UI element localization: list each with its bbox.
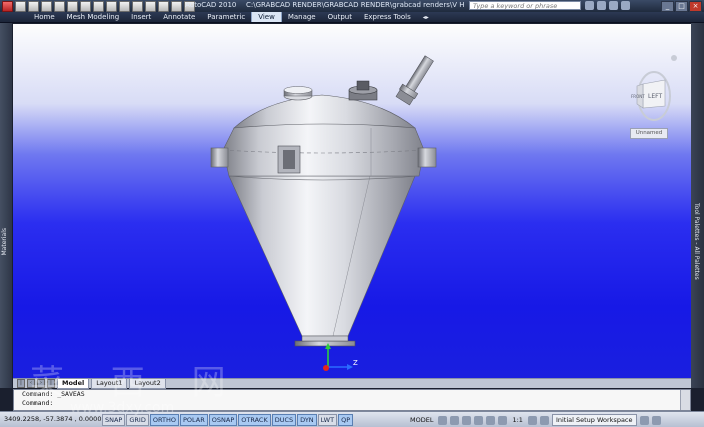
viewcube-ucs-dropdown[interactable]: Unnamed — [630, 128, 668, 139]
zoom-icon[interactable] — [145, 0, 156, 12]
lwt-toggle[interactable]: LWT — [317, 414, 338, 426]
hopper-model: Z — [210, 55, 437, 371]
autoscale-icon[interactable] — [539, 415, 549, 425]
first-tab-button[interactable]: | — [17, 379, 25, 388]
tab-home[interactable]: Home — [28, 12, 61, 22]
status-tray: MODEL 1:1 Initial Setup Workspace — [408, 414, 661, 426]
clean-screen-icon[interactable] — [651, 415, 661, 425]
window-controls: _ □ × — [661, 1, 702, 12]
materials-palette[interactable]: Materials — [0, 23, 12, 388]
plot-icon[interactable] — [80, 0, 91, 12]
layer-icon[interactable] — [106, 0, 117, 12]
document-path: C:\GRABCAD RENDER\GRABCAD RENDER\grabcad… — [246, 1, 464, 9]
tab-manage[interactable]: Manage — [282, 12, 322, 22]
steering-wheel-icon[interactable] — [486, 415, 496, 425]
otrack-toggle[interactable]: OTRACK — [238, 414, 271, 426]
viewcube-face-label: LEFT — [648, 93, 662, 100]
ribbon-tabs: Home Mesh Modeling Insert Annotate Param… — [0, 12, 704, 23]
save-icon[interactable] — [41, 0, 52, 12]
watermark-chinese: 菜 西 网 — [30, 363, 244, 403]
tab-view[interactable]: View — [251, 12, 282, 22]
qp-toggle[interactable]: QP — [338, 414, 354, 426]
render-icon[interactable] — [171, 0, 182, 12]
tab-annotate[interactable]: Annotate — [157, 12, 201, 22]
tool-palettes[interactable]: Tool Palettes - All Palettes — [691, 23, 704, 388]
quick-view-drawings-icon[interactable] — [450, 415, 460, 425]
workspace-icon[interactable] — [93, 0, 104, 12]
annotation-visibility-icon[interactable] — [527, 415, 537, 425]
match-icon[interactable] — [132, 0, 143, 12]
infocenter-icons — [585, 1, 630, 10]
minimize-button[interactable]: _ — [661, 1, 674, 12]
tool-palettes-label: Tool Palettes - All Palettes — [693, 203, 700, 280]
undo-icon[interactable] — [54, 0, 65, 12]
app-title: AutoCAD 2010 — [185, 1, 237, 9]
coordinates-readout[interactable]: 3409.2258, -57.3874 , 0.0000 — [4, 415, 101, 423]
dyn-toggle[interactable]: DYN — [297, 414, 317, 426]
redo-icon[interactable] — [67, 0, 78, 12]
new-file-icon[interactable] — [15, 0, 26, 12]
showmotion-icon[interactable] — [498, 415, 508, 425]
watermark-url: www.3dxy.com — [70, 400, 175, 416]
ucs-z-label: Z — [353, 359, 358, 367]
materials-palette-label: Materials — [1, 228, 8, 256]
lock-icon[interactable] — [639, 415, 649, 425]
properties-icon[interactable] — [119, 0, 130, 12]
tab-output[interactable]: Output — [322, 12, 358, 22]
viewcube-side-label: FRONT — [631, 94, 645, 99]
zoom-icon[interactable] — [474, 415, 484, 425]
quick-access-toolbar — [2, 0, 195, 12]
model-space-toggle[interactable]: MODEL — [408, 415, 435, 425]
tab-express-tools[interactable]: Express Tools — [358, 12, 417, 22]
annotation-scale[interactable]: 1:1 — [510, 415, 524, 425]
quick-view-layouts-icon[interactable] — [438, 415, 448, 425]
maximize-button[interactable]: □ — [675, 1, 688, 12]
pan-icon[interactable] — [462, 415, 472, 425]
favorites-icon[interactable] — [609, 1, 618, 10]
search-input[interactable]: Type a keyword or phrase — [469, 1, 581, 10]
pan-icon[interactable] — [158, 0, 169, 12]
workspace-switch[interactable]: Initial Setup Workspace — [551, 414, 637, 426]
communication-icon[interactable] — [597, 1, 606, 10]
ribbon-minimize-toggle[interactable]: ◂▸ — [417, 12, 435, 22]
open-file-icon[interactable] — [28, 0, 39, 12]
polar-toggle[interactable]: POLAR — [179, 414, 208, 426]
command-scrollbar[interactable] — [680, 390, 690, 410]
binoculars-icon[interactable] — [585, 1, 594, 10]
help-icon[interactable] — [621, 1, 630, 10]
tab-insert[interactable]: Insert — [125, 12, 157, 22]
tab-mesh-modeling[interactable]: Mesh Modeling — [61, 12, 126, 22]
application-menu-icon[interactable] — [2, 0, 13, 12]
ducs-toggle[interactable]: DUCS — [271, 414, 297, 426]
drawing-viewport[interactable]: Z LEFT FRONT Unnamed — [13, 24, 691, 386]
close-button[interactable]: × — [689, 1, 702, 12]
osnap-toggle[interactable]: OSNAP — [208, 414, 238, 426]
tab-parametric[interactable]: Parametric — [201, 12, 251, 22]
